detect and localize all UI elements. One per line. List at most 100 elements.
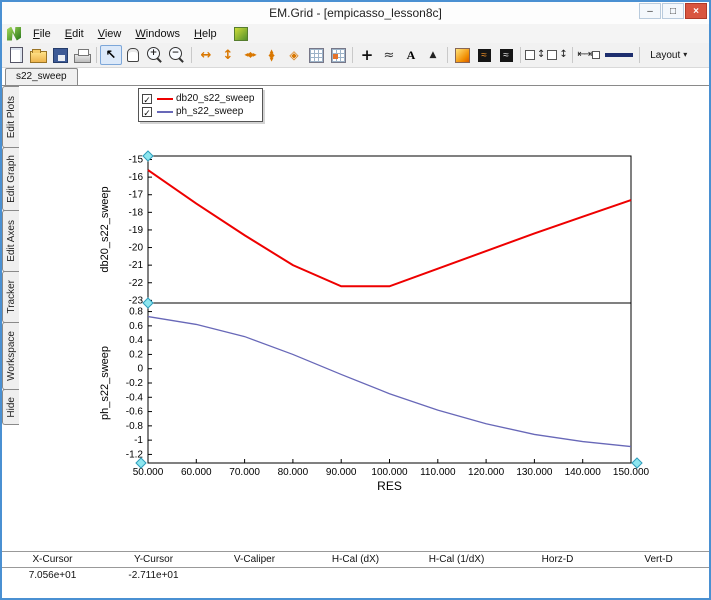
menu-help[interactable]: Help [187,28,224,40]
autoscale-xy-icon: ◈ [289,49,298,61]
layout-button[interactable]: Layout▾ [643,45,695,65]
select-arrow-button[interactable]: ↖ [100,45,122,65]
autoscale-xy-button[interactable]: ◈ [283,45,305,65]
fullscale-y-icon: ↕ [223,49,234,62]
y-axis-label: ph_s22_sweep [99,346,111,420]
toolbar-separator [447,47,448,63]
legend-swatch-ph [157,111,173,113]
menu-file[interactable]: File [26,28,58,40]
marker-horizontal-button[interactable]: ↕ [546,45,568,65]
layout-label: Layout [650,50,680,61]
status-header-v-caliper: V-Caliper [204,554,305,565]
tab-s22-sweep[interactable]: s22_sweep [5,68,78,85]
title-bar[interactable]: EM.Grid - [empicasso_lesson8c] – □ × [2,2,709,24]
y-tick-label: -16 [129,172,144,183]
new-file-button[interactable] [5,45,27,65]
y-tick-label: -0.4 [126,392,144,403]
plot-area: ✓ db20_s22_sweep ✓ ph_s22_sweep -15-16-1… [20,86,709,551]
y-tick-label: -0.6 [126,407,144,418]
ifft-button[interactable] [495,45,517,65]
marker-vertical-icon: ↕ [537,50,545,60]
fullscale-y-button[interactable]: ↕ [217,45,239,65]
y-tick-label: 0.8 [129,307,143,318]
x-tick-label: 90.000 [326,467,357,478]
x-tick-label: 60.000 [181,467,212,478]
menu-view[interactable]: View [91,28,129,40]
zoom-out-button[interactable] [166,45,188,65]
legend-swatch-db20 [157,98,173,100]
pan-hand-button[interactable] [122,45,144,65]
y-tick-label: -22 [129,278,144,289]
plot-frame [148,156,631,303]
sidebar-tab-hide[interactable]: Hide [2,389,19,425]
trace-db20_s22_sweep[interactable] [148,170,631,286]
grid-options-button[interactable] [305,45,327,65]
autoscale-y-button[interactable]: ◂◆▸ [261,45,283,65]
caliper-button[interactable]: ⇤⇥ [576,45,602,65]
colormap-button[interactable] [451,45,473,65]
legend-label-ph: ph_s22_sweep [176,106,243,117]
toolbar-separator [96,47,97,63]
toolbar: ↖↔↕◂◆▸◂◆▸◈+≈A▲↕↕⇤⇥Layout▾ [2,43,709,68]
menu-edit[interactable]: Edit [58,28,91,40]
y-tick-label: 0.2 [129,349,143,360]
sidebar-tab-edit-axes[interactable]: Edit Axes [2,210,19,272]
status-header-h-cal-1dx: H-Cal (1/dX) [406,554,507,565]
x-tick-label: 140.000 [565,467,602,478]
legend-label-db20: db20_s22_sweep [176,93,254,104]
menu-windows[interactable]: Windows [128,28,187,40]
minimize-button[interactable]: – [639,3,661,19]
sidebar-tab-edit-plots[interactable]: Edit Plots [2,86,19,148]
edit-trace-button[interactable]: ≈ [378,45,400,65]
legend: ✓ db20_s22_sweep ✓ ph_s22_sweep [138,88,263,122]
autoscale-x-icon: ◂◆▸ [244,51,255,59]
axis-handle-icon[interactable] [143,298,153,308]
fullscale-x-button[interactable]: ↔ [195,45,217,65]
zoom-in-button[interactable] [144,45,166,65]
plot-frame [148,303,631,463]
x-tick-label: 120.000 [468,467,505,478]
status-header-y-cursor: Y-Cursor [103,554,204,565]
add-shape-button[interactable]: ▲ [422,45,444,65]
y-tick-label: -0.2 [126,378,144,389]
open-folder-button[interactable] [27,45,49,65]
y-tick-label: 0 [137,364,143,375]
grid-color-button[interactable] [327,45,349,65]
add-cursor-button[interactable]: + [356,45,378,65]
y-axis-label: db20_s22_sweep [99,186,111,272]
side-tab-strip: Edit Plots Edit Graph Edit Axes Tracker … [2,86,20,551]
x-tick-label: 100.000 [371,467,408,478]
y-tick-label: -19 [129,225,144,236]
fft-button[interactable] [473,45,495,65]
plot-canvas[interactable]: -15-16-17-18-19-20-21-22-23db20_s22_swee… [20,86,709,516]
trace-ph_s22_sweep[interactable] [148,317,631,447]
status-header-x-cursor: X-Cursor [2,554,103,565]
print-button[interactable] [71,45,93,65]
window-title: EM.Grid - [empicasso_lesson8c] [269,6,442,20]
x-tick-label: 70.000 [229,467,260,478]
y-tick-label: -21 [129,260,144,271]
app-logo-icon [7,27,21,41]
sidebar-tab-workspace[interactable]: Workspace [2,322,19,390]
sidebar-tab-edit-graph[interactable]: Edit Graph [2,147,19,211]
x-axis-label: RES [377,479,402,493]
chart-icon[interactable] [234,27,248,41]
legend-checkbox-ph[interactable]: ✓ [142,107,152,117]
save-button[interactable] [49,45,71,65]
maximize-icon: □ [670,6,676,17]
close-button[interactable]: × [685,3,707,19]
marker-vertical-button[interactable]: ↕ [524,45,546,65]
y-tick-label: 0.6 [129,321,143,332]
toolbar-separator [639,47,640,63]
status-header-h-cal-dx: H-Cal (dX) [305,554,406,565]
fullscale-x-icon: ↔ [201,49,212,62]
y-tick-label: -17 [129,190,144,201]
maximize-button[interactable]: □ [662,3,684,19]
line-style-button[interactable] [602,45,636,65]
y-tick-label: -1 [134,435,143,446]
status-value-y-cursor: -2.711e+01 [103,570,204,581]
add-text-button[interactable]: A [400,45,422,65]
legend-checkbox-db20[interactable]: ✓ [142,94,152,104]
autoscale-x-button[interactable]: ◂◆▸ [239,45,261,65]
sidebar-tab-tracker[interactable]: Tracker [2,271,19,323]
